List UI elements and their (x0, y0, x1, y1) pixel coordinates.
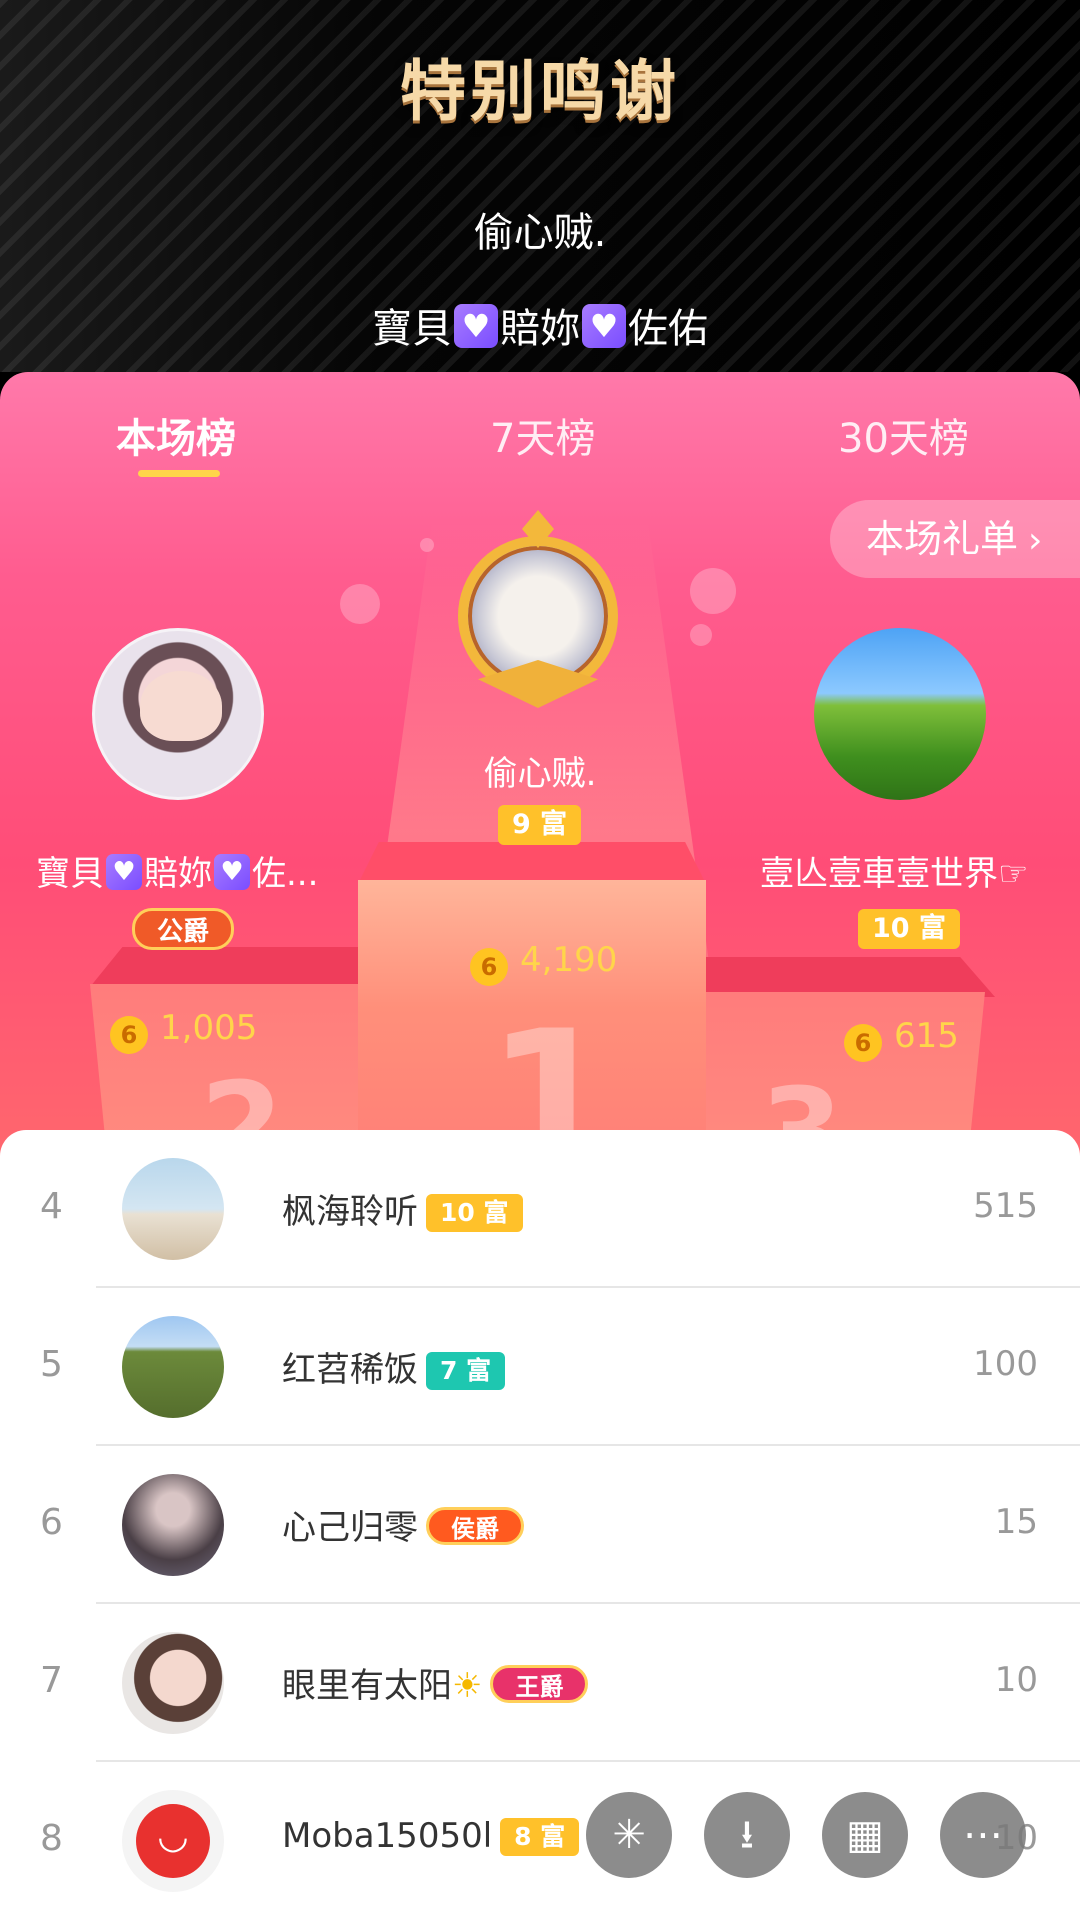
tab-7-days[interactable]: 7天榜 (490, 406, 595, 464)
third-place-avatar[interactable] (814, 628, 986, 800)
leaderboard-tabs: 本场榜 7天榜 30天榜 (0, 372, 1080, 502)
chevron-right-icon: › (1028, 520, 1043, 561)
user-name: 红苕稀饭 7 富 (282, 1342, 506, 1391)
purple-heart-icon (214, 854, 250, 890)
rich-badge: 10 富 (426, 1194, 523, 1232)
thanks-banner: 特别鸣谢 偷心贼. 寶貝賠妳佐佑 (0, 0, 1080, 372)
tab-30-days[interactable]: 30天榜 (838, 406, 969, 464)
first-place-rich-badge: 9 富 (498, 805, 582, 845)
rank-number: 6 (40, 1502, 63, 1543)
score: 15 (994, 1502, 1038, 1542)
second-place-score: 6 1,005 (110, 1008, 257, 1054)
avatar[interactable] (122, 1316, 224, 1418)
list-item[interactable]: 8 Moba15050l8 富 10 (0, 1762, 1080, 1920)
rich-badge: 8 富 (500, 1818, 580, 1856)
tab-current-session[interactable]: 本场榜 (116, 406, 236, 464)
podium-2-top (90, 947, 360, 987)
fireworks-icon[interactable]: ✳ (586, 1792, 672, 1878)
coin-icon: 6 (470, 948, 508, 986)
sun-icon: ☀ (452, 1666, 483, 1706)
second-place-title-badge: 公爵 (132, 908, 235, 950)
purple-heart-icon (106, 854, 142, 890)
avatar[interactable] (122, 1790, 224, 1892)
list-item[interactable]: 6 心己归零 侯爵 15 (0, 1446, 1080, 1604)
rank-number: 4 (40, 1186, 63, 1227)
rank-number: 8 (40, 1818, 63, 1859)
score: 515 (973, 1186, 1038, 1226)
decor-bubble (690, 568, 736, 614)
default-avatar-icon (136, 1804, 210, 1878)
avatar[interactable] (122, 1632, 224, 1734)
score: 10 (994, 1660, 1038, 1700)
score: 100 (973, 1344, 1038, 1384)
list-item[interactable]: 5 红苕稀饭 7 富 100 (0, 1288, 1080, 1446)
third-place-score: 6 615 (844, 1016, 959, 1062)
third-place-name: 壹亾壹車壹世界☞ (760, 854, 1029, 894)
decor-bubble (690, 624, 712, 646)
user-name: 枫海聆听 10 富 (282, 1184, 523, 1233)
avatar[interactable] (122, 1474, 224, 1576)
coin-icon: 6 (110, 1016, 148, 1054)
purple-heart-icon (454, 304, 498, 348)
decor-bubble (420, 538, 434, 552)
list-item[interactable]: 7 眼里有太阳☀ 王爵 10 (0, 1604, 1080, 1762)
rich-badge: 7 富 (426, 1352, 506, 1390)
thanks-name-2: 寶貝賠妳佐佑 (0, 296, 1080, 354)
banner-title: 特别鸣谢 (400, 53, 680, 130)
user-name: 心己归零 侯爵 (282, 1500, 524, 1549)
first-place-score: 6 4,190 (470, 940, 617, 986)
active-tab-indicator (138, 470, 220, 477)
rank-number: 5 (40, 1344, 63, 1385)
second-place-avatar[interactable] (92, 628, 264, 800)
download-icon[interactable]: ⭳ (704, 1792, 790, 1878)
user-name: Moba15050l 8 富 (282, 1816, 580, 1856)
podium-1-top (358, 842, 706, 884)
rank-number: 7 (40, 1660, 63, 1701)
gift-list-button[interactable]: 本场礼单 › (830, 500, 1080, 578)
leaderboard-panel: 本场榜 7天榜 30天榜 本场礼单 › 1 2 3 偷心贼. 9 富 6 4,190… (0, 372, 1080, 1192)
more-icon[interactable]: ⋯ (940, 1792, 1026, 1878)
second-place-name: 寶貝賠妳佐... (36, 846, 318, 895)
thanks-name-1: 偷心贼. (473, 210, 607, 256)
user-name: 眼里有太阳☀ 王爵 (282, 1658, 589, 1707)
podium-3-top (705, 957, 995, 997)
grid-icon[interactable]: ▦ (822, 1792, 908, 1878)
coin-icon: 6 (844, 1024, 882, 1062)
first-place-avatar[interactable] (450, 510, 626, 710)
ranking-list: 4 枫海聆听 10 富 515 5 红苕稀饭 7 富 100 6 心己归零 侯爵 15… (0, 1130, 1080, 1920)
avatar[interactable] (122, 1158, 224, 1260)
list-item[interactable]: 4 枫海聆听 10 富 515 (0, 1130, 1080, 1288)
decor-bubble (340, 584, 380, 624)
purple-heart-icon (582, 304, 626, 348)
title-badge: 王爵 (490, 1665, 589, 1703)
title-badge: 侯爵 (426, 1507, 524, 1545)
third-place-rich-badge: 10 富 (858, 909, 960, 949)
